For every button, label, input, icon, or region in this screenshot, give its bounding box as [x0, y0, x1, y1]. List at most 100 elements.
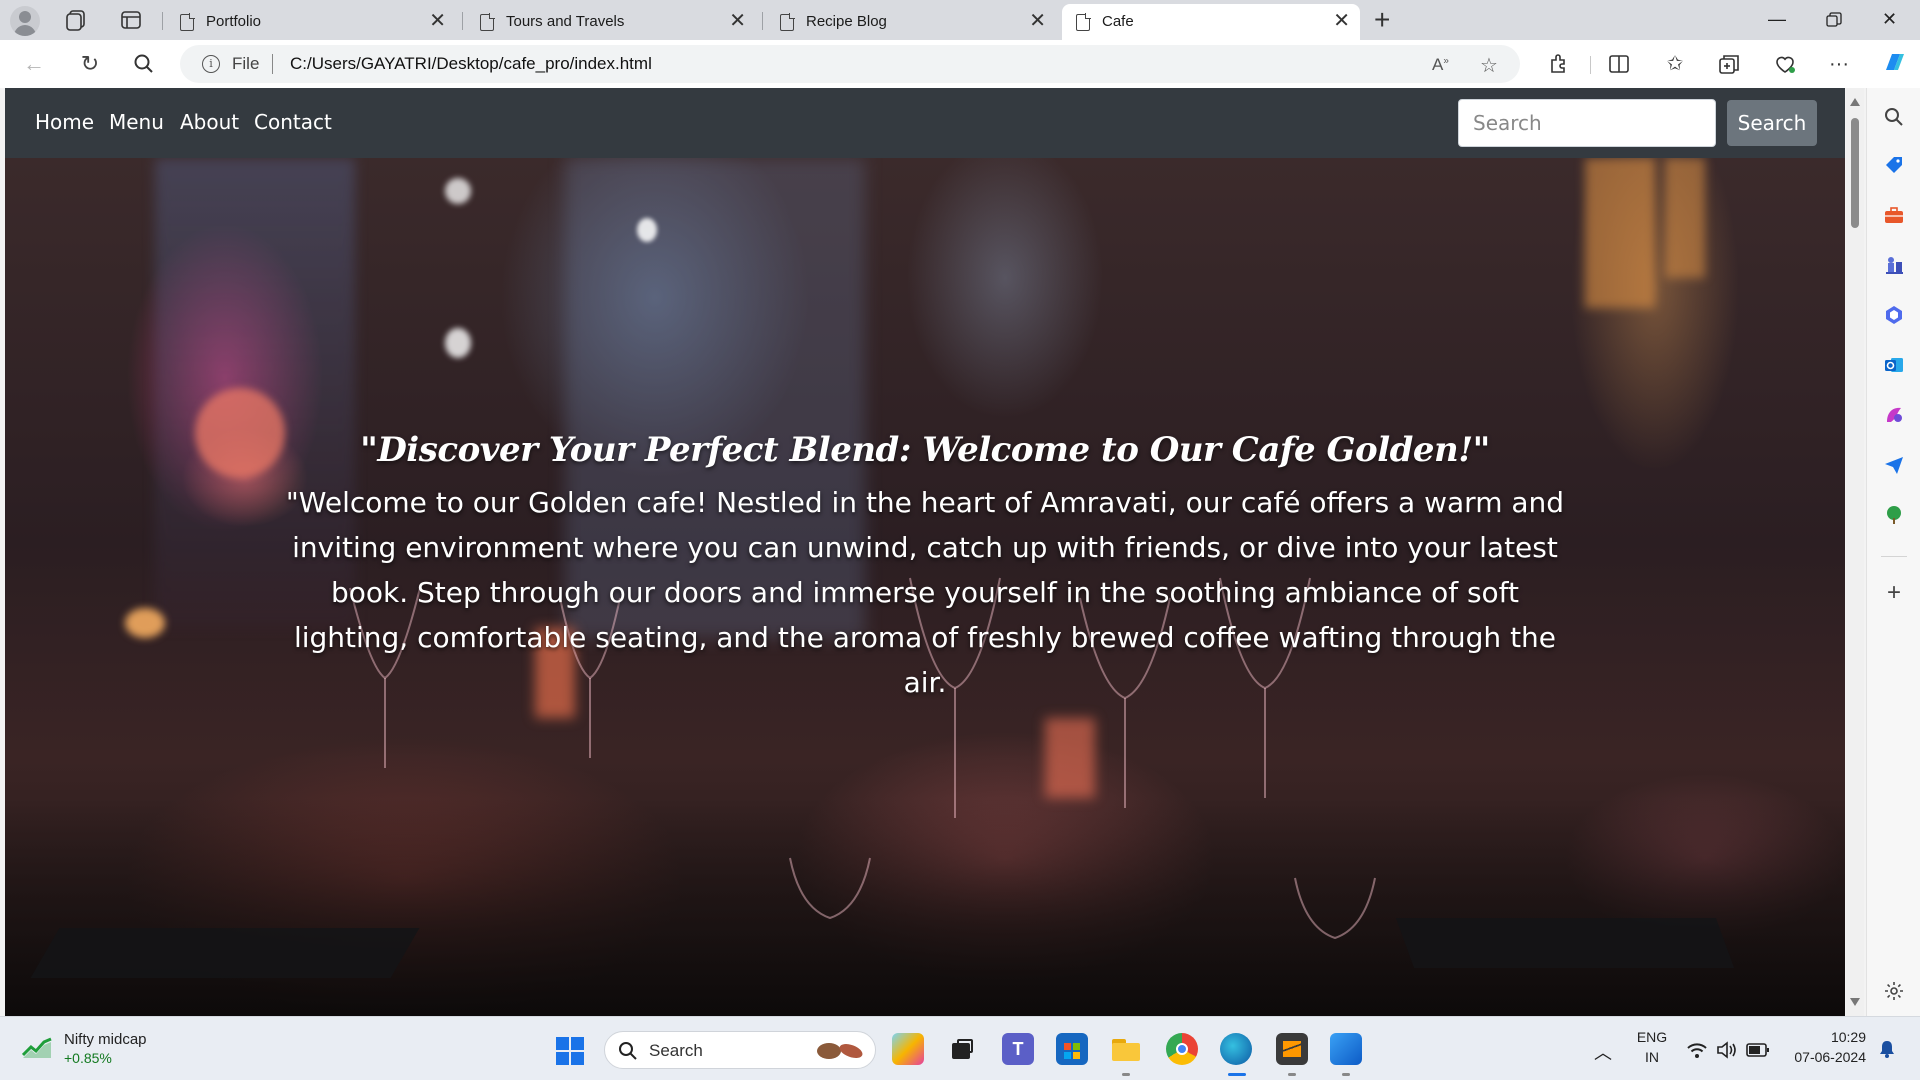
taskbar-search[interactable]: Search: [604, 1031, 876, 1069]
nav-link-home[interactable]: Home: [35, 110, 94, 134]
clock-date[interactable]: 07-06-2024: [1776, 1049, 1866, 1065]
address-bar[interactable]: i File C:/Users/GAYATRI/Desktop/cafe_pro…: [180, 45, 1520, 83]
games-chess-icon[interactable]: [1883, 254, 1905, 276]
tab-title: Tours and Travels: [506, 13, 625, 30]
tab-title: Portfolio: [206, 13, 262, 30]
profile-avatar-icon[interactable]: [10, 6, 40, 36]
address-bar-row: ← ↻ i File C:/Users/GAYATRI/Desktop/cafe…: [0, 40, 1920, 88]
sidebar-separator: [1881, 556, 1907, 557]
photos-app-icon[interactable]: [1330, 1033, 1362, 1065]
task-view-icon[interactable]: [946, 1033, 978, 1065]
copilot-pre-app-icon[interactable]: [892, 1033, 924, 1065]
file-explorer-icon[interactable]: [1110, 1033, 1142, 1065]
teams-app-icon[interactable]: T: [1002, 1033, 1034, 1065]
address-divider: [272, 54, 273, 74]
microsoft-365-icon[interactable]: [1883, 304, 1905, 326]
hero-title: "Discover Your Perfect Blend: Welcome to…: [360, 430, 1490, 470]
language-code[interactable]: ENG: [1634, 1029, 1670, 1045]
browser-essentials-icon[interactable]: [1772, 51, 1798, 77]
read-aloud-icon[interactable]: A»: [1432, 55, 1449, 75]
copilot-designer-icon[interactable]: [1883, 404, 1905, 426]
page-icon: [480, 13, 495, 31]
tab-title: Cafe: [1102, 13, 1134, 30]
windows-taskbar: Nifty midcap +0.85% Search T ︿ ENG IN 10…: [0, 1016, 1920, 1080]
page-viewport: Home Menu About Contact Search Search "D…: [5, 88, 1845, 1016]
scroll-up-arrow-icon[interactable]: [1850, 98, 1860, 106]
page-scrollbar[interactable]: [1846, 88, 1864, 1016]
split-screen-icon[interactable]: [1606, 51, 1632, 77]
chrome-app-icon[interactable]: [1166, 1033, 1198, 1065]
taskbar-search-label: Search: [649, 1041, 703, 1060]
sidebar-search-icon[interactable]: [1883, 106, 1905, 128]
tab-tours-and-travels[interactable]: Tours and Travels ✕: [466, 4, 756, 40]
refresh-icon[interactable]: ↻: [76, 50, 104, 78]
tab-actions-icon[interactable]: [118, 8, 144, 32]
close-icon[interactable]: ✕: [729, 11, 746, 31]
favorites-icon[interactable]: ✩: [1662, 51, 1688, 77]
running-indicator: [1342, 1073, 1350, 1076]
new-tab-icon[interactable]: +: [1374, 6, 1390, 34]
add-sidebar-app-icon[interactable]: +: [1883, 581, 1905, 605]
favorite-star-icon[interactable]: ☆: [1480, 53, 1498, 78]
send-icon[interactable]: [1883, 454, 1905, 476]
page-icon: [1076, 13, 1091, 31]
tab-recipe-blog[interactable]: Recipe Blog ✕: [766, 4, 1056, 40]
windows-start-icon[interactable]: [556, 1037, 586, 1067]
search-highlight-icon: [817, 1043, 863, 1059]
outlook-icon[interactable]: [1883, 354, 1905, 376]
running-indicator: [1122, 1073, 1130, 1076]
wifi-icon[interactable]: [1686, 1041, 1708, 1059]
edge-app-icon[interactable]: [1220, 1033, 1252, 1065]
edge-sidebar: +: [1866, 88, 1920, 1016]
more-options-icon[interactable]: ···: [1826, 51, 1852, 77]
tree-icon[interactable]: [1883, 504, 1905, 526]
tab-separator: [162, 12, 163, 30]
volume-icon[interactable]: [1716, 1041, 1738, 1059]
browser-tab-strip: Portfolio ✕ Tours and Travels ✕ Recipe B…: [0, 0, 1920, 40]
site-search-input[interactable]: [1458, 99, 1716, 147]
copilot-icon[interactable]: [1880, 48, 1910, 78]
hero-content: "Discover Your Perfect Blend: Welcome to…: [5, 158, 1845, 1016]
nav-link-contact[interactable]: Contact: [254, 110, 332, 134]
minimize-icon[interactable]: —: [1768, 9, 1786, 30]
page-icon: [180, 13, 195, 31]
extensions-icon[interactable]: [1546, 51, 1572, 77]
close-icon[interactable]: ✕: [429, 11, 446, 31]
collections-icon[interactable]: [1716, 51, 1742, 77]
microsoft-store-icon[interactable]: [1056, 1033, 1088, 1065]
sublime-text-icon[interactable]: [1276, 1033, 1308, 1065]
scrollbar-thumb[interactable]: [1851, 118, 1859, 228]
sidebar-settings-gear-icon[interactable]: [1883, 980, 1905, 1002]
scroll-down-arrow-icon[interactable]: [1850, 998, 1860, 1006]
tab-portfolio[interactable]: Portfolio ✕: [166, 4, 456, 40]
widget-change: +0.85%: [64, 1050, 112, 1066]
site-navbar: Home Menu About Contact Search: [5, 88, 1845, 158]
shopping-tag-icon[interactable]: [1883, 154, 1905, 176]
nav-link-menu[interactable]: Menu: [109, 110, 164, 134]
search-icon: [619, 1042, 637, 1060]
tab-cafe[interactable]: Cafe ✕: [1062, 4, 1360, 40]
widget-title: Nifty midcap: [64, 1031, 147, 1048]
region-code[interactable]: IN: [1634, 1049, 1670, 1065]
stock-widget[interactable]: Nifty midcap +0.85%: [22, 1029, 222, 1069]
show-hidden-icons-chevron-icon[interactable]: ︿: [1594, 1039, 1612, 1065]
site-scheme-label: File: [232, 54, 260, 73]
tools-briefcase-icon[interactable]: [1883, 204, 1905, 226]
search-icon[interactable]: [130, 50, 158, 78]
close-icon[interactable]: ✕: [1333, 11, 1350, 31]
info-icon[interactable]: i: [202, 55, 220, 73]
url-text[interactable]: C:/Users/GAYATRI/Desktop/cafe_pro/index.…: [290, 54, 652, 74]
tab-separator: [462, 12, 463, 30]
hero-section: "Discover Your Perfect Blend: Welcome to…: [5, 158, 1845, 1016]
site-search-button[interactable]: Search: [1727, 100, 1817, 146]
workspaces-icon[interactable]: [64, 8, 90, 32]
notification-bell-icon[interactable]: [1878, 1039, 1896, 1059]
close-window-icon[interactable]: ✕: [1882, 9, 1897, 30]
restore-icon[interactable]: [1826, 12, 1842, 28]
battery-icon[interactable]: [1746, 1042, 1770, 1058]
clock-time[interactable]: 10:29: [1786, 1029, 1866, 1045]
tab-title: Recipe Blog: [806, 13, 887, 30]
back-arrow-icon[interactable]: ←: [20, 50, 48, 78]
nav-link-about[interactable]: About: [180, 110, 239, 134]
close-icon[interactable]: ✕: [1029, 11, 1046, 31]
